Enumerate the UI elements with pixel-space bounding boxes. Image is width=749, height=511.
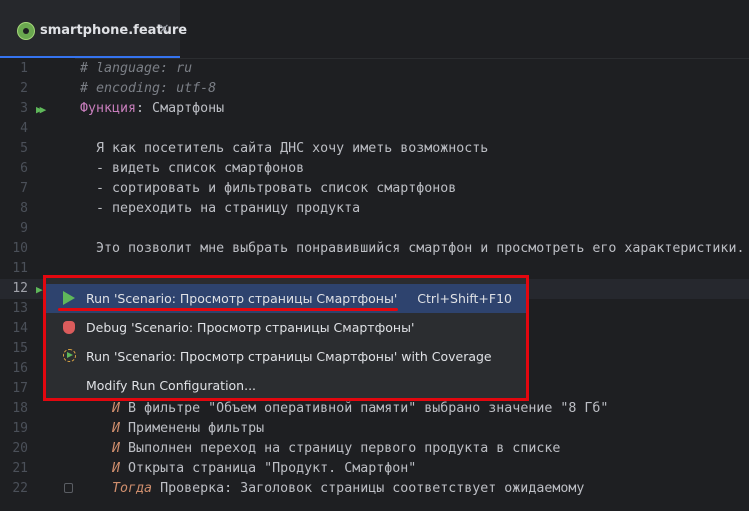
code-text: # language: ru — [80, 61, 193, 76]
code-text: # encoding: utf-8 — [80, 81, 217, 96]
line-number: 11 — [12, 261, 28, 276]
line-number: 8 — [20, 201, 28, 216]
line-number: 10 — [12, 241, 28, 256]
popup-item-label: Run 'Scenario: Просмотр страницы Смартфо… — [86, 349, 492, 364]
line-number: 6 — [20, 161, 28, 176]
code-line[interactable]: 10 Это позволит мне выбрать понравившийс… — [0, 239, 749, 259]
code-line[interactable]: 9 — [0, 219, 749, 239]
editor-tab-bar: smartphone.feature × — [0, 0, 749, 59]
red-underline-annotation — [58, 308, 398, 311]
line-number: 14 — [12, 321, 28, 336]
debug-icon — [60, 313, 78, 344]
line-number: 16 — [12, 361, 28, 376]
run-context-popup: Run 'Scenario: Просмотр страницы Смартфо… — [43, 275, 529, 401]
code-line[interactable]: 5 Я как посетитель сайта ДНС хочу иметь … — [0, 139, 749, 159]
line-number: 4 — [20, 121, 28, 136]
code-text: Функция: Смартфоны — [80, 101, 225, 116]
line-number: 19 — [12, 421, 28, 436]
line-number: 22 — [12, 481, 28, 496]
code-line[interactable]: 22 Тогда Проверка: Заголовок страницы со… — [0, 479, 749, 499]
run-scenario-icon[interactable]: ▶ — [36, 283, 42, 296]
line-number: 15 — [12, 341, 28, 356]
code-text: Тогда Проверка: Заголовок страницы соотв… — [112, 481, 585, 496]
code-line[interactable]: 21 И Открыта страница "Продукт. Смартфон… — [0, 459, 749, 479]
code-line[interactable]: 18 И В фильтре "Объем оперативной памяти… — [0, 399, 749, 419]
line-number: 18 — [12, 401, 28, 416]
cucumber-file-icon — [17, 22, 35, 40]
code-line[interactable]: 4 — [0, 119, 749, 139]
code-text: - сортировать и фильтровать список смарт… — [80, 181, 457, 196]
line-number: 13 — [12, 301, 28, 316]
code-text: Это позволит мне выбрать понравившийся с… — [80, 241, 745, 256]
popup-menu-item[interactable]: Run 'Scenario: Просмотр страницы Смартфо… — [46, 342, 526, 371]
popup-item-label: Debug 'Scenario: Просмотр страницы Смарт… — [86, 320, 415, 335]
code-line[interactable]: 2 # encoding: utf-8 — [0, 79, 749, 99]
code-text: И Открыта страница "Продукт. Смартфон" — [112, 461, 417, 476]
run-feature-icon[interactable]: ▶▶ — [36, 103, 46, 116]
code-text: - переходить на страницу продукта — [80, 201, 361, 216]
line-number: 1 — [20, 61, 28, 76]
tab-smartphone-feature[interactable]: smartphone.feature × — [0, 0, 187, 58]
code-text: - видеть список смартфонов — [80, 161, 305, 176]
line-number: 7 — [20, 181, 28, 196]
code-text: И Применены фильтры — [112, 421, 265, 436]
code-line[interactable]: 1 # language: ru — [0, 59, 749, 79]
popup-menu-item[interactable]: Debug 'Scenario: Просмотр страницы Смарт… — [46, 313, 526, 342]
line-number: 21 — [12, 461, 28, 476]
line-number: 5 — [20, 141, 28, 156]
code-text: Я как посетитель сайта ДНС хочу иметь во… — [80, 141, 489, 156]
line-number: 3 — [20, 101, 28, 116]
code-text: И В фильтре "Объем оперативной памяти" в… — [112, 401, 609, 416]
code-line[interactable]: 7 - сортировать и фильтровать список сма… — [0, 179, 749, 199]
line-number: 20 — [12, 441, 28, 456]
code-line[interactable]: 6 - видеть список смартфонов — [0, 159, 749, 179]
code-line[interactable]: 20 И Выполнен переход на страницу первог… — [0, 439, 749, 459]
coverage-icon — [60, 342, 78, 372]
code-line[interactable]: 19 И Применены фильтры — [0, 419, 749, 439]
popup-item-label: Modify Run Configuration... — [86, 378, 257, 393]
popup-menu-item[interactable]: Modify Run Configuration... — [46, 371, 526, 400]
line-number: 12 — [12, 281, 28, 296]
line-number: 17 — [12, 381, 28, 396]
line-number: 2 — [20, 81, 28, 96]
close-tab-icon[interactable]: × — [158, 21, 170, 37]
fold-icon[interactable] — [64, 483, 73, 493]
line-number: 9 — [20, 221, 28, 236]
code-line[interactable]: 8 - переходить на страницу продукта — [0, 199, 749, 219]
code-text: И Выполнен переход на страницу первого п… — [112, 441, 561, 456]
popup-item-shortcut: Ctrl+Shift+F10 — [417, 291, 512, 306]
code-line[interactable]: 3 ▶▶ Функция: Смартфоны — [0, 99, 749, 119]
